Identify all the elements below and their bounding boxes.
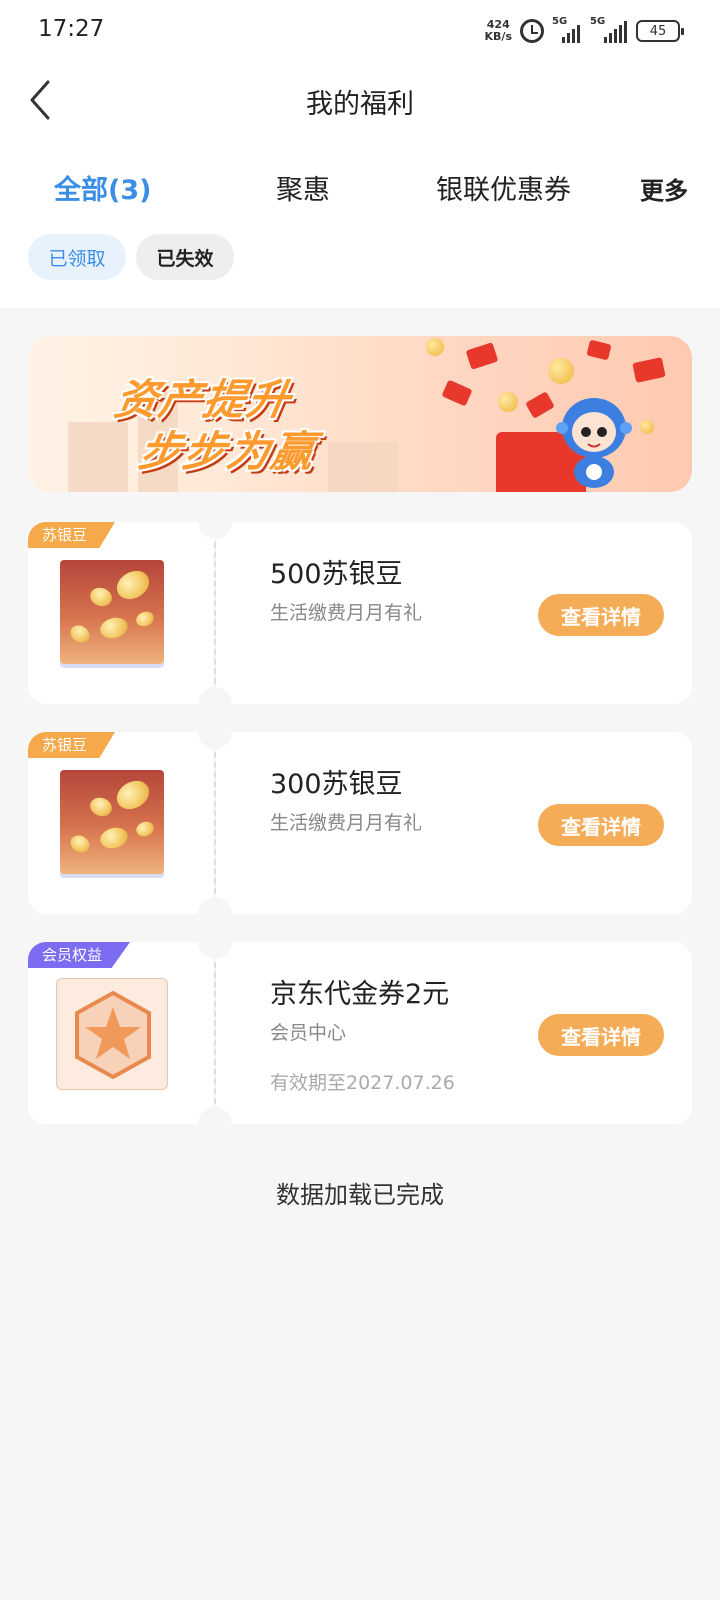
battery-level: 45 — [649, 23, 667, 39]
filter-expired[interactable]: 已失效 — [136, 234, 234, 280]
red-envelope-icon — [525, 391, 555, 419]
card-tag: 苏银豆 — [28, 522, 116, 548]
coin-icon — [640, 420, 654, 434]
card-title: 京东代金券2元 — [270, 979, 450, 1010]
promo-banner[interactable]: 资产提升 步步为赢 — [28, 336, 692, 492]
tab-juhui[interactable]: 聚惠 — [276, 168, 330, 207]
card-title: 300苏银豆 — [270, 769, 403, 800]
card-tag: 苏银豆 — [28, 732, 116, 758]
red-envelope-icon — [465, 342, 499, 370]
red-envelope-icon — [632, 357, 666, 383]
coin-icon — [548, 358, 574, 384]
card-divider — [214, 752, 216, 894]
banner-headline-2: 步步为赢 — [135, 427, 320, 476]
alarm-icon — [520, 19, 544, 43]
tab-all[interactable]: 全部(3) — [54, 168, 151, 207]
view-details-button[interactable]: 查看详情 — [538, 1014, 664, 1056]
tab-unionpay-coupons[interactable]: 银联优惠券 — [436, 168, 571, 207]
view-details-button[interactable]: 查看详情 — [538, 594, 664, 636]
card-image-panel: 苏银豆 — [28, 522, 214, 704]
banner-building — [328, 442, 398, 492]
golden-beans-icon — [60, 560, 164, 664]
benefit-card[interactable]: 苏银豆 300苏银豆 生活缴费月月有礼 查看详情 — [28, 715, 692, 931]
tab-more[interactable]: 更多 — [640, 171, 688, 206]
golden-beans-icon — [60, 770, 164, 874]
filter-received[interactable]: 已领取 — [28, 234, 126, 280]
card-divider — [214, 542, 216, 684]
signal-label-2: 5G — [590, 16, 606, 27]
signal-icon-2: 5G — [590, 16, 628, 43]
status-time: 17:27 — [38, 16, 105, 42]
card-subtitle: 会员中心 — [270, 1022, 347, 1044]
page-title: 我的福利 — [306, 89, 414, 120]
mascot-icon — [556, 398, 632, 488]
card-divider — [214, 962, 216, 1104]
status-bar: 17:27 424 KB/s 5G 5G 45 — [0, 0, 720, 62]
network-speed-unit: KB/s — [484, 30, 512, 43]
card-subtitle: 生活缴费月月有礼 — [270, 602, 423, 624]
card-tag: 会员权益 — [28, 942, 131, 968]
battery-icon: 45 — [636, 20, 684, 42]
card-subtitle: 生活缴费月月有礼 — [270, 812, 423, 834]
card-title: 500苏银豆 — [270, 559, 403, 590]
signal-label: 5G — [552, 16, 568, 27]
network-speed: 424 KB/s — [485, 19, 512, 43]
benefit-card[interactable]: 苏银豆 500苏银豆 生活缴费月月有礼 查看详情 — [28, 505, 692, 721]
card-image-panel: 会员权益 — [28, 942, 214, 1124]
coin-icon — [498, 392, 518, 412]
star-hexagon-icon — [56, 978, 168, 1090]
red-envelope-icon — [586, 339, 612, 361]
view-details-button[interactable]: 查看详情 — [538, 804, 664, 846]
benefit-card[interactable]: 会员权益 京东代金券2元 会员中心 有效期至2027.07.26 查看详情 — [28, 925, 692, 1141]
card-image-panel: 苏银豆 — [28, 732, 214, 914]
status-icons: 424 KB/s 5G 5G 45 — [485, 16, 684, 46]
signal-icon: 5G — [552, 16, 582, 43]
coin-icon — [426, 338, 444, 356]
load-complete-text: 数据加载已完成 — [276, 1181, 444, 1209]
card-expiry: 有效期至2027.07.26 — [270, 1072, 455, 1094]
red-envelope-icon — [441, 379, 473, 407]
banner-building — [68, 422, 128, 492]
